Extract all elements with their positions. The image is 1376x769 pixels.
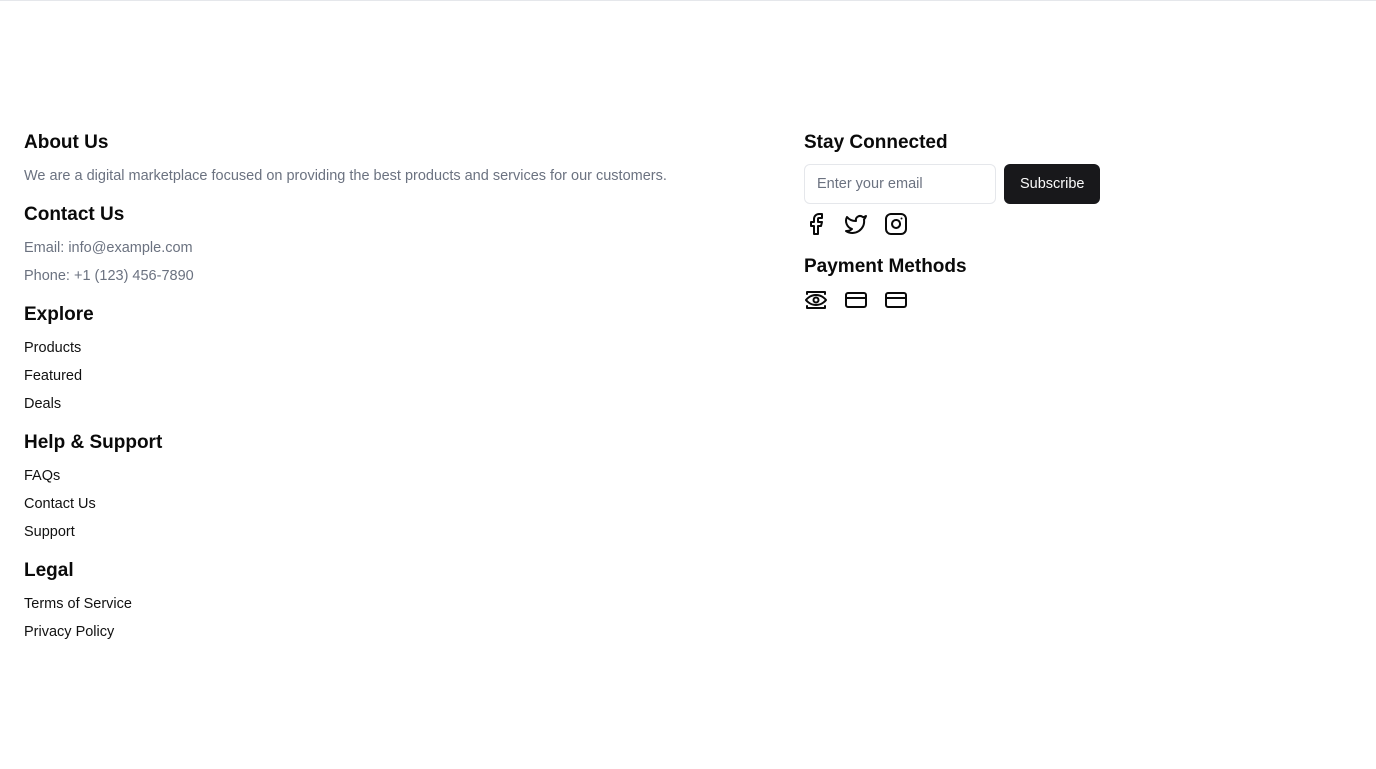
help-title: Help & Support bbox=[24, 432, 163, 453]
stay-connected-section: Stay Connected Subscribe bbox=[804, 130, 1164, 236]
link-deals[interactable]: Deals bbox=[24, 394, 61, 414]
about-text: We are a digital marketplace focused on … bbox=[24, 168, 667, 184]
about-section: About Us We are a digital marketplace fo… bbox=[24, 130, 764, 190]
contact-title: Contact Us bbox=[24, 204, 125, 225]
newsletter-form: Subscribe bbox=[804, 164, 1164, 204]
link-faqs[interactable]: FAQs bbox=[24, 466, 60, 486]
link-products[interactable]: Products bbox=[24, 338, 81, 358]
payment-icons bbox=[804, 288, 1164, 312]
legal-section: Legal Terms of Service Privacy Policy bbox=[24, 558, 764, 646]
subscribe-button[interactable]: Subscribe bbox=[1004, 164, 1101, 204]
contact-phone: Phone: +1 (123) 456-7890 bbox=[24, 268, 194, 284]
credit-card-icon bbox=[844, 288, 868, 312]
legal-title: Legal bbox=[24, 560, 74, 581]
site-footer: About Us We are a digital marketplace fo… bbox=[0, 0, 1376, 769]
credit-card-icon bbox=[884, 288, 908, 312]
link-privacy-policy[interactable]: Privacy Policy bbox=[24, 622, 114, 642]
help-section: Help & Support FAQs Contact Us Support bbox=[24, 430, 764, 546]
link-contact-us[interactable]: Contact Us bbox=[24, 494, 96, 514]
link-featured[interactable]: Featured bbox=[24, 366, 82, 386]
social-icons bbox=[804, 212, 1164, 236]
about-title: About Us bbox=[24, 132, 109, 153]
explore-title: Explore bbox=[24, 304, 94, 325]
facebook-icon[interactable] bbox=[804, 212, 828, 236]
stay-connected-title: Stay Connected bbox=[804, 132, 948, 153]
email-input[interactable] bbox=[804, 164, 996, 204]
explore-section: Explore Products Featured Deals bbox=[24, 302, 764, 418]
link-support[interactable]: Support bbox=[24, 522, 75, 542]
payment-methods-section: Payment Methods bbox=[804, 254, 1164, 312]
footer-right-column: Stay Connected Subscribe bbox=[804, 130, 1164, 312]
link-terms-of-service[interactable]: Terms of Service bbox=[24, 594, 132, 614]
payment-methods-title: Payment Methods bbox=[804, 256, 967, 277]
contact-email: Email: info@example.com bbox=[24, 240, 193, 256]
eye-icon bbox=[804, 288, 828, 312]
footer-left-column: About Us We are a digital marketplace fo… bbox=[24, 130, 764, 658]
instagram-icon[interactable] bbox=[884, 212, 908, 236]
contact-section: Contact Us Email: info@example.com Phone… bbox=[24, 202, 764, 290]
twitter-icon[interactable] bbox=[844, 212, 868, 236]
